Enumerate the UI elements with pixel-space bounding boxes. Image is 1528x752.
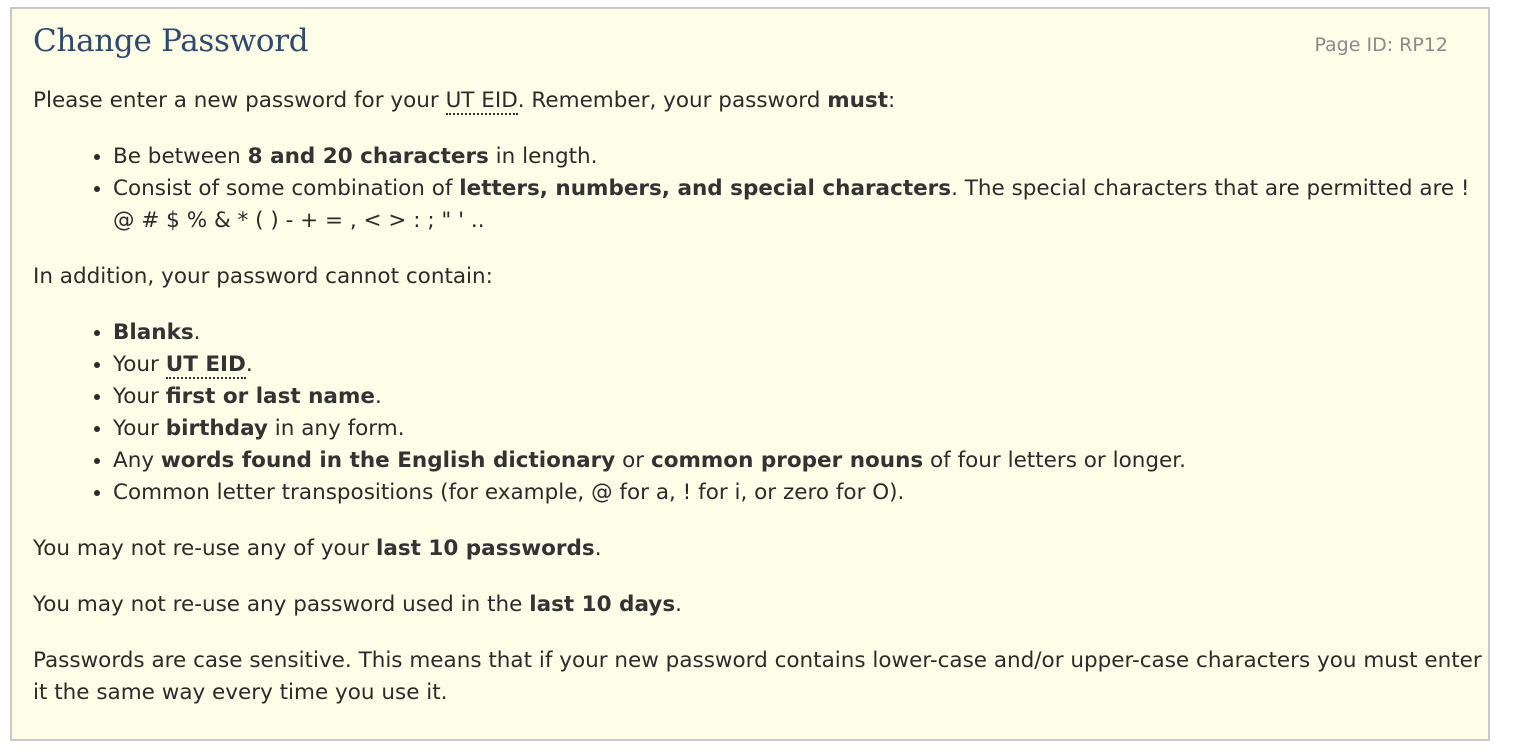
reuse-passwords-bold: last 10 passwords bbox=[375, 536, 595, 561]
page-title: Change Password bbox=[33, 23, 309, 59]
requirement-combination-bold: letters, numbers, and special characters bbox=[459, 176, 952, 201]
restriction-blanks: Blanks. bbox=[113, 317, 1483, 349]
reuse-passwords-pre: You may not re-use any of your bbox=[33, 536, 376, 561]
restriction-words-mid: or bbox=[615, 448, 651, 473]
restriction-eid-post: . bbox=[245, 352, 253, 377]
restriction-name: Your first or last name. bbox=[113, 381, 1483, 413]
restriction-blanks-bold: Blanks bbox=[113, 320, 194, 345]
restriction-words: Any words found in the English dictionar… bbox=[113, 445, 1483, 477]
intro-text-1: Please enter a new password for your bbox=[33, 88, 446, 113]
requirement-length-bold: 8 and 20 characters bbox=[247, 144, 489, 169]
restriction-birthday-pre: Your bbox=[113, 416, 166, 441]
restriction-eid-pre: Your bbox=[113, 352, 166, 377]
change-password-panel: Change Password Page ID: RP12 Please ent… bbox=[10, 7, 1490, 741]
reuse-days-post: . bbox=[675, 592, 682, 617]
restriction-name-pre: Your bbox=[113, 384, 166, 409]
requirement-length: Be between 8 and 20 characters in length… bbox=[113, 141, 1483, 173]
restriction-transpositions: Common letter transpositions (for exampl… bbox=[113, 477, 1483, 509]
addition-paragraph: In addition, your password cannot contai… bbox=[33, 264, 493, 289]
restriction-eid: Your UT EID. bbox=[113, 349, 1483, 381]
password-rules-content: Please enter a new password for your UT … bbox=[33, 85, 1483, 733]
reuse-days-bold: last 10 days bbox=[529, 592, 676, 617]
restriction-birthday-post: in any form. bbox=[267, 416, 405, 441]
restriction-words-bold-2: common proper nouns bbox=[650, 448, 924, 473]
restriction-eid-abbr: UT EID bbox=[165, 352, 246, 379]
requirement-combination: Consist of some combination of letters, … bbox=[113, 173, 1483, 237]
restriction-birthday: Your birthday in any form. bbox=[113, 413, 1483, 445]
requirement-length-pre: Be between bbox=[113, 144, 248, 169]
requirements-list: Be between 8 and 20 characters in length… bbox=[33, 141, 1483, 237]
reuse-passwords-post: . bbox=[594, 536, 602, 561]
restriction-birthday-bold: birthday bbox=[165, 416, 268, 441]
restriction-name-post: . bbox=[374, 384, 382, 409]
intro-text-3: : bbox=[888, 88, 896, 113]
reuse-days-pre: You may not re-use any password used in … bbox=[33, 592, 530, 617]
requirement-combination-pre: Consist of some combination of bbox=[113, 176, 460, 201]
page-id-label: Page ID: RP12 bbox=[1314, 34, 1448, 56]
restriction-name-bold: first or last name bbox=[165, 384, 375, 409]
restriction-blanks-post: . bbox=[193, 320, 201, 345]
case-sensitive-paragraph: Passwords are case sensitive. This means… bbox=[33, 648, 1482, 705]
intro-paragraph: Please enter a new password for your UT … bbox=[33, 85, 1483, 117]
reuse-days-paragraph: You may not re-use any password used in … bbox=[33, 589, 1483, 621]
restriction-words-post: of four letters or longer. bbox=[923, 448, 1186, 473]
intro-text-2: . Remember, your password bbox=[517, 88, 828, 113]
restriction-eid-bold: UT EID bbox=[165, 352, 246, 379]
ut-eid-abbr: UT EID bbox=[445, 88, 518, 115]
intro-must: must bbox=[827, 88, 888, 113]
restriction-words-bold-1: words found in the English dictionary bbox=[160, 448, 616, 473]
reuse-passwords-paragraph: You may not re-use any of your last 10 p… bbox=[33, 533, 1483, 565]
requirement-length-post: in length. bbox=[488, 144, 598, 169]
restriction-words-pre: Any bbox=[113, 448, 161, 473]
restrictions-list: Blanks. Your UT EID. Your first or last … bbox=[33, 317, 1483, 509]
